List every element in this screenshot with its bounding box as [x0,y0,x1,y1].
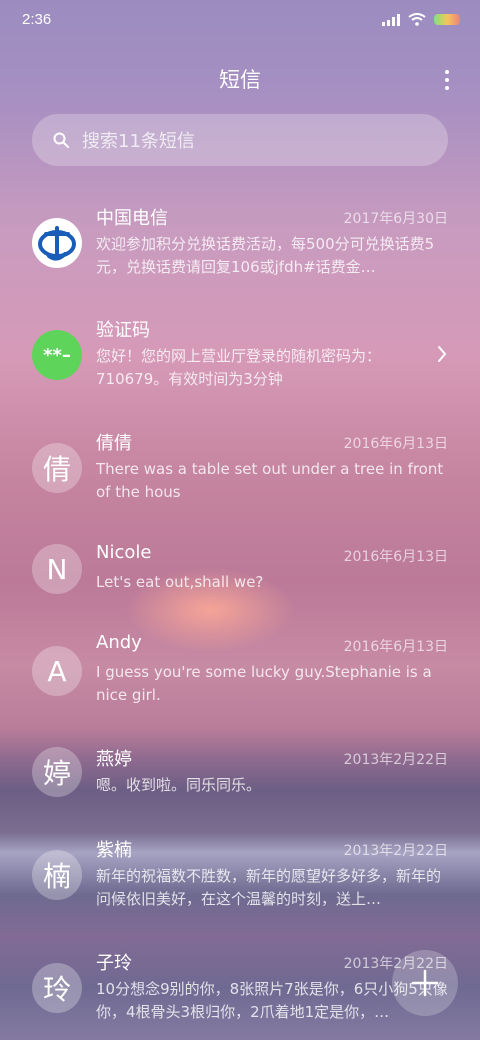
contact-avatar: A [32,646,82,696]
more-menu-icon[interactable] [444,70,450,90]
conversation-item[interactable]: 中国电信 2017年6月30日 欢迎参加积分兑换话费活动，每500分可兑换话费5… [0,192,480,292]
conversation-snippet: 嗯。收到啦。同乐同乐。 [96,776,262,794]
conversation-name: 倩倩 [96,433,132,454]
conversation-name: 燕婷 [96,749,132,770]
contact-avatar: 楠 [32,850,82,900]
conversation-name: 验证码 [96,320,150,341]
conversation-item[interactable]: N Nicole 2016年6月13日 Let's eat out,shall … [0,530,480,630]
contact-avatar: 玲 [32,963,82,1013]
conversation-date: 2017年6月30日 [343,211,448,227]
conversation-item[interactable]: A Andy 2016年6月13日 I guess you're some lu… [0,620,480,720]
contact-avatar: N [32,544,82,594]
conversation-snippet: Let's eat out,shall we? [96,573,264,591]
conversation-snippet: There was a table set out under a tree i… [96,460,444,501]
conversation-snippet: 您好！您的网上营业厅登录的随机密码为：710679。有效时间为3分钟 [96,347,382,388]
china-telecom-logo-icon [32,218,82,268]
status-icons [382,13,460,26]
page-title: 短信 [219,68,261,92]
chevron-right-icon [438,346,447,362]
conversation-name: Nicole [96,542,152,563]
status-bar: 2:36 [0,0,480,44]
conversation-name: 中国电信 [96,208,168,229]
conversation-snippet: I guess you're some lucky guy.Stephanie … [96,663,432,704]
plus-icon [411,969,439,997]
conversation-name: 子玲 [96,953,132,974]
conversation-snippet: 欢迎参加积分兑换话费活动，每500分可兑换话费5元，兑换话费请回复106或jfd… [96,235,435,276]
conversation-date: 2013年2月22日 [343,752,448,768]
new-message-button[interactable] [392,950,458,1016]
search-input[interactable] [80,126,434,156]
wifi-icon [408,13,426,26]
conversation-item[interactable]: **– 验证码 您好！您的网上营业厅登录的随机密码为：710679。有效时间为3… [0,304,480,404]
contact-avatar: 婷 [32,747,82,797]
contact-avatar: 倩 [32,443,82,493]
conversation-name: 紫楠 [96,840,132,861]
conversation-date: 2013年2月22日 [343,843,448,859]
conversation-date: 2016年6月13日 [343,549,448,565]
verification-avatar: **– [32,330,82,380]
signal-icon [382,13,400,26]
search-bar[interactable] [32,114,448,166]
conversation-item[interactable]: 倩 倩倩 2016年6月13日 There was a table set ou… [0,417,480,517]
conversation-date: 2016年6月13日 [343,639,448,655]
conversation-snippet: 新年的祝福数不胜数，新年的愿望好多好多，新年的问候依旧美好，在这个温馨的时刻，送… [96,867,442,908]
conversation-date: 2016年6月13日 [343,436,448,452]
search-icon [53,132,69,148]
status-time: 2:36 [22,11,52,28]
battery-icon [434,14,460,25]
conversation-item[interactable]: 楠 紫楠 2013年2月22日 新年的祝福数不胜数，新年的愿望好多好多，新年的问… [0,824,480,924]
conversation-name: Andy [96,632,142,653]
conversation-item[interactable]: 婷 燕婷 2013年2月22日 嗯。收到啦。同乐同乐。 [0,733,480,833]
